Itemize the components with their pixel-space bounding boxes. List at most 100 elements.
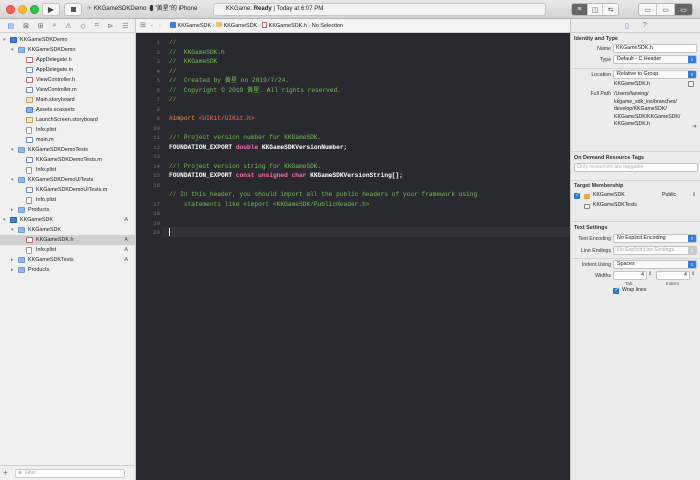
- indent-width-stepper[interactable]: ⇕: [691, 271, 695, 277]
- tree-row[interactable]: ▾ KKGameSDKDemoUITests: [0, 175, 136, 185]
- tree-row[interactable]: Info.plist: [0, 125, 136, 135]
- file-inspector-icon[interactable]: ▯: [625, 22, 629, 30]
- toggle-navigator-icon[interactable]: ▭: [639, 4, 657, 15]
- tree-row-label: KKGameSDK.h: [36, 237, 74, 243]
- tree-row[interactable]: AppDelegate.h: [0, 55, 136, 65]
- back-button[interactable]: ‹: [151, 19, 153, 33]
- zoom-window-button[interactable]: [30, 5, 39, 14]
- tree-row[interactable]: ▾ KKGameSDKDemo: [0, 45, 136, 55]
- target-kkgamesdk-checkbox[interactable]: [574, 192, 580, 199]
- tree-row-label: Products: [28, 207, 50, 213]
- tree-row[interactable]: KKGameSDKDemoUITests.m: [0, 185, 136, 195]
- source-control-icon[interactable]: ⊠: [23, 22, 29, 30]
- type-popup[interactable]: Default - C Header ⇕: [613, 55, 697, 64]
- disclosure-open-icon[interactable]: ▾: [11, 175, 14, 185]
- code-token: // Created by 黄星 on 2019/7/24.: [169, 77, 290, 84]
- crumb-symbol[interactable]: No Selection: [312, 23, 343, 29]
- disclosure-open-icon[interactable]: ▾: [11, 145, 14, 155]
- indent-width-field[interactable]: 4: [656, 271, 690, 280]
- breadcrumb: KKGameSDK › KKGameSDK › KKGameSDK.h › No…: [170, 19, 343, 33]
- storyboard-icon: [26, 117, 33, 123]
- tree-row[interactable]: ▸ Products: [0, 205, 136, 215]
- scm-status-badge: A: [124, 217, 128, 223]
- target-visibility-popup[interactable]: Public: [662, 192, 676, 200]
- reveal-in-finder-icon[interactable]: ➜: [692, 123, 697, 130]
- disclosure-open-icon[interactable]: ▾: [11, 225, 14, 235]
- folder-reveal-icon[interactable]: [688, 81, 694, 87]
- tree-row[interactable]: ViewController.m: [0, 85, 136, 95]
- wrap-lines-checkbox[interactable]: [613, 287, 619, 294]
- encoding-popup[interactable]: No Explicit Encoding ⇕: [613, 234, 697, 243]
- tree-row[interactable]: Info.plist: [0, 165, 136, 175]
- tree-row[interactable]: Info.plist A: [0, 245, 136, 255]
- tree-row[interactable]: ▾ KKGameSDK A: [0, 215, 136, 225]
- crumb-group[interactable]: KKGameSDK: [224, 23, 258, 29]
- location-popup[interactable]: Relative to Group ⇕: [613, 70, 697, 79]
- minimize-window-button[interactable]: [18, 5, 27, 14]
- tree-row[interactable]: ▾ KKGameSDKDemoTests: [0, 145, 136, 155]
- navigator-filter-bar: + ⊜ Filter: [0, 465, 136, 480]
- crumb-project[interactable]: KKGameSDK: [178, 23, 212, 29]
- view-toggle-control[interactable]: ▭ ▭ ▭: [638, 3, 693, 16]
- odr-tags-field[interactable]: Only resources are taggable: [574, 163, 698, 172]
- folder-icon[interactable]: ▤: [7, 22, 14, 30]
- code-area[interactable]: // // KKGameSDK.h // KKGameSDK // // Created…: [136, 33, 570, 480]
- disclosure-open-icon[interactable]: ▾: [3, 215, 6, 225]
- destination-selector[interactable]: "黄星"的 iPhone: [150, 5, 197, 14]
- tree-row[interactable]: AppDelegate.m: [0, 65, 136, 75]
- close-window-button[interactable]: [6, 5, 15, 14]
- tree-row[interactable]: LaunchScreen.storyboard: [0, 115, 136, 125]
- tree-row[interactable]: KKGameSDKDemoTests.m: [0, 155, 136, 165]
- toggle-inspector-icon[interactable]: ▭: [675, 4, 692, 15]
- tree-row[interactable]: main.m: [0, 135, 136, 145]
- tree-row[interactable]: ▾ KKGameSDK: [0, 225, 136, 235]
- tree-row[interactable]: ▸ KKGameSDKTests A: [0, 255, 136, 265]
- standard-editor-icon[interactable]: ≡: [572, 4, 588, 15]
- name-field[interactable]: KKGameSDK.h: [613, 44, 697, 53]
- tree-row[interactable]: Main.storyboard: [0, 95, 136, 105]
- symbol-icon[interactable]: ⊞: [38, 22, 44, 30]
- report-icon[interactable]: ☰: [122, 22, 128, 30]
- disclosure-open-icon[interactable]: ▾: [3, 35, 6, 45]
- scheme-selector[interactable]: ✈ KKGameSDKDemo ›: [87, 5, 150, 14]
- toggle-debug-area-icon[interactable]: ▭: [657, 4, 675, 15]
- disclosure-closed-icon[interactable]: ▸: [11, 255, 14, 265]
- run-button[interactable]: ▶: [42, 3, 60, 16]
- chevron-up-down-icon: ⇕: [688, 261, 696, 268]
- tree-row[interactable]: KKGameSDK.h A: [0, 235, 136, 245]
- disclosure-closed-icon[interactable]: ▸: [11, 265, 14, 275]
- indent-using-popup[interactable]: Spaces ⇕: [613, 260, 697, 269]
- quick-help-icon[interactable]: ?: [643, 22, 647, 29]
- forward-button[interactable]: ›: [159, 19, 161, 33]
- test-icon[interactable]: ◇: [80, 22, 85, 30]
- tab-width-field[interactable]: 4: [613, 271, 647, 280]
- disclosure-closed-icon[interactable]: ▸: [11, 205, 14, 215]
- crumb-file[interactable]: KKGameSDK.h: [269, 23, 307, 29]
- tree-row[interactable]: ViewController.h: [0, 75, 136, 85]
- related-items-icon[interactable]: ⊞: [140, 19, 146, 33]
- tree-row[interactable]: ▸ Products: [0, 265, 136, 275]
- assistant-editor-icon[interactable]: ◫: [588, 4, 604, 15]
- version-editor-icon[interactable]: ⇆: [603, 4, 618, 15]
- editor-mode-control[interactable]: ≡ ◫ ⇆: [571, 3, 619, 16]
- tree-row-label: Info.plist: [36, 167, 57, 173]
- tree-row[interactable]: ▾ KKGameSDKDemo: [0, 35, 136, 45]
- breakpoint-icon[interactable]: ⊳: [107, 22, 113, 30]
- debug-icon[interactable]: ⌗: [95, 22, 99, 30]
- chevron-up-down-icon: ⇕: [692, 192, 697, 198]
- source-editor[interactable]: 1 2 3 4 5 6 7 8 9 10 11 12 13 14 15 16 17 18 19 20 //// KKG…: [136, 33, 570, 480]
- plus-icon[interactable]: +: [3, 468, 8, 477]
- line-endings-popup[interactable]: No Explicit Line Endings ⇕: [613, 246, 697, 255]
- folder-icon: [18, 267, 25, 273]
- filter-input[interactable]: ⊜ Filter: [15, 469, 125, 478]
- tree-row[interactable]: Info.plist: [0, 195, 136, 205]
- tree-row[interactable]: Assets.xcassets: [0, 105, 136, 115]
- disclosure-open-icon[interactable]: ▾: [11, 45, 14, 55]
- tab-width-stepper[interactable]: ⇕: [648, 271, 652, 277]
- filter-placeholder: Filter: [25, 470, 37, 476]
- stop-button[interactable]: [64, 3, 82, 16]
- folder-icon: [18, 147, 25, 153]
- search-icon[interactable]: ⌕: [52, 22, 56, 30]
- warning-icon[interactable]: ⚠: [65, 22, 71, 30]
- code-line: // In this header, you should import all…: [169, 190, 477, 200]
